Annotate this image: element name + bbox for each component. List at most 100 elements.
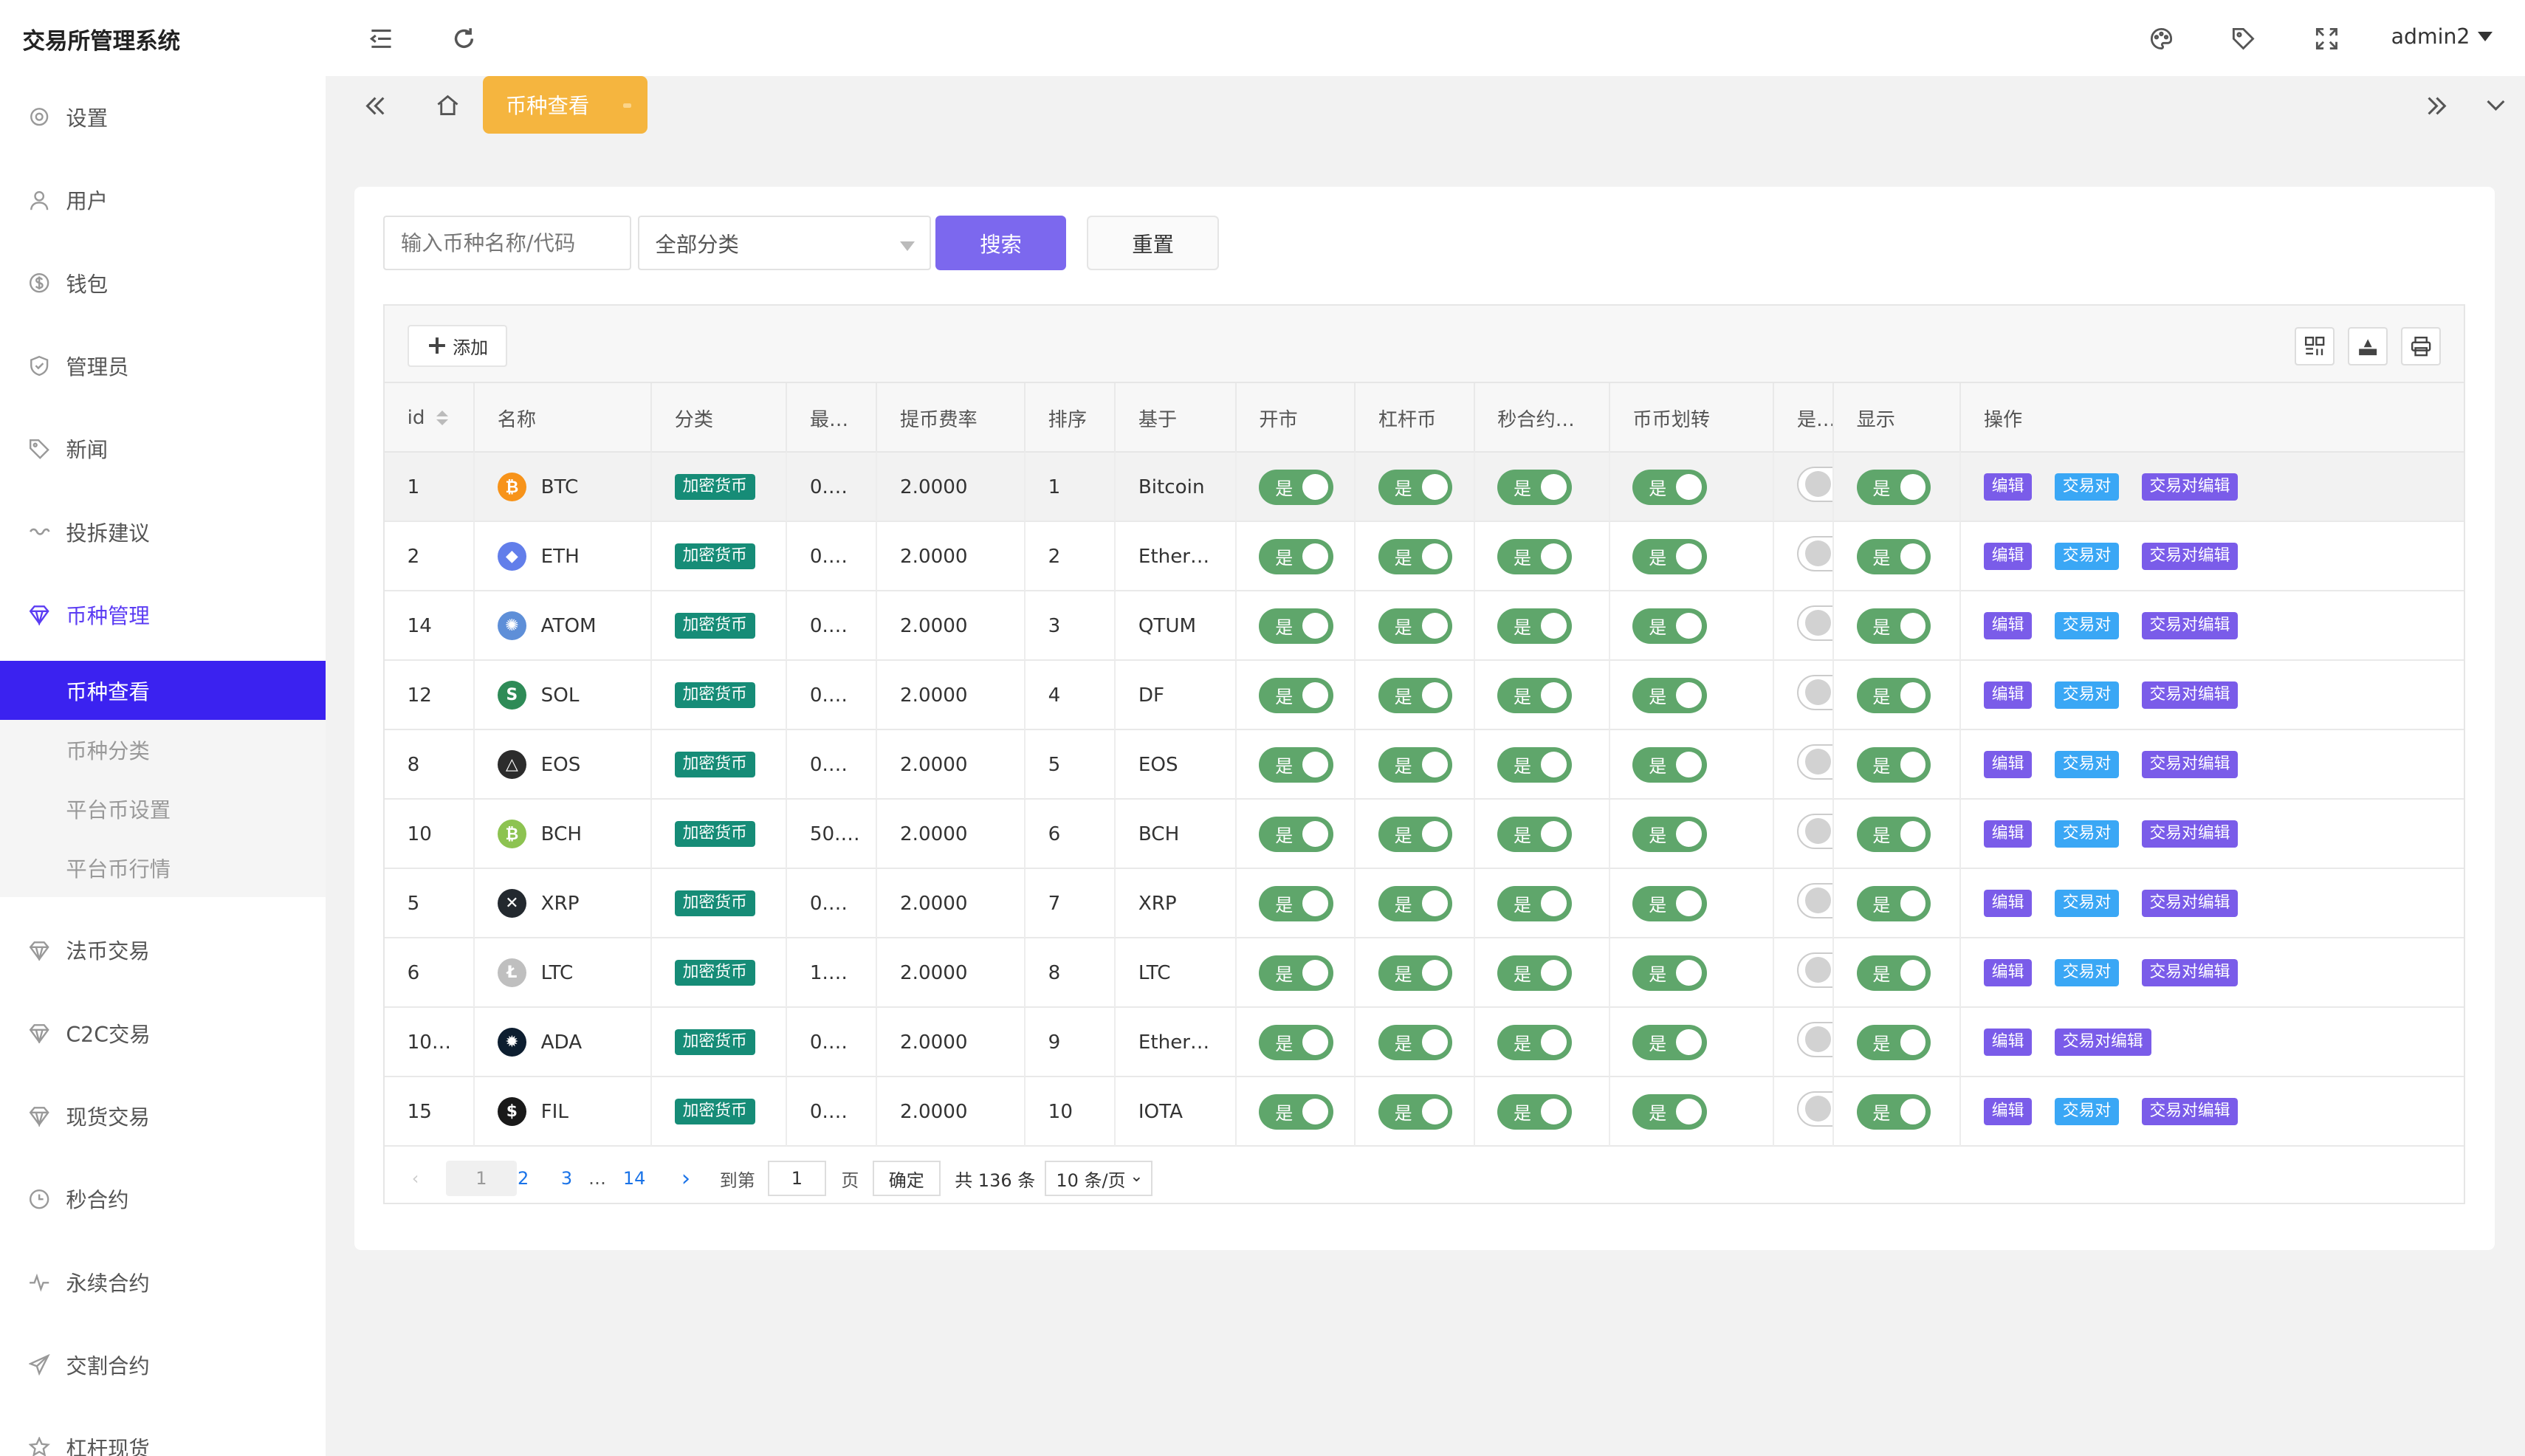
pair-button[interactable]: 交易对 <box>2054 959 2120 987</box>
home-icon[interactable] <box>432 87 464 123</box>
pair-edit-button[interactable]: 交易对编辑 <box>2141 681 2239 710</box>
sidebar-item[interactable]: 交割合约 <box>0 1323 326 1406</box>
pair-button[interactable]: 交易对 <box>2054 751 2120 779</box>
toggle-switch[interactable]: 是 <box>1378 608 1453 644</box>
table-row[interactable]: 14 ✺ ATOM 加密货币 0.… 2.0000 3 QTUM 是 是 是 是 是 编辑 交易对 交易对编辑 <box>385 591 2464 661</box>
toggle-switch[interactable] <box>1796 675 1833 711</box>
toggle-switch[interactable]: 是 <box>1856 816 1931 852</box>
toggle-switch[interactable]: 是 <box>1632 955 1707 991</box>
toggle-switch[interactable]: 是 <box>1632 885 1707 921</box>
table-row[interactable]: 8 △ EOS 加密货币 0.… 2.0000 5 EOS 是 是 是 是 是 编辑 交易对 交易对编辑 <box>385 729 2464 800</box>
toggle-switch[interactable]: 是 <box>1497 677 1572 713</box>
toggle-switch[interactable]: 是 <box>1497 955 1572 991</box>
toggle-switch[interactable]: 是 <box>1856 608 1931 644</box>
export-icon[interactable] <box>2347 326 2388 365</box>
table-row[interactable]: 12 S SOL 加密货币 0.… 2.0000 4 DF 是 是 是 是 是 编辑 交易对 交易对编辑 <box>385 660 2464 730</box>
sidebar-item[interactable]: 投拆建议 <box>0 490 326 573</box>
menu-collapse-icon[interactable] <box>365 21 398 56</box>
toggle-switch[interactable]: 是 <box>1259 469 1333 505</box>
theme-icon[interactable] <box>2145 21 2177 56</box>
page-2[interactable]: 2 <box>514 1161 533 1196</box>
edit-button[interactable]: 编辑 <box>1983 681 2033 710</box>
toggle-switch[interactable]: 是 <box>1856 955 1931 991</box>
tab-coin-view[interactable]: 币种查看 <box>483 75 647 134</box>
fullscreen-icon[interactable] <box>2311 21 2343 56</box>
toggle-switch[interactable] <box>1796 744 1833 780</box>
pair-button[interactable]: 交易对 <box>2054 820 2120 848</box>
toggle-switch[interactable] <box>1796 1091 1833 1127</box>
user-menu[interactable]: admin2 <box>2391 24 2493 49</box>
toggle-switch[interactable]: 是 <box>1378 538 1453 574</box>
sidebar-item[interactable]: 现货交易 <box>0 1074 326 1157</box>
goto-page-input[interactable]: 1 <box>768 1161 826 1197</box>
toggle-switch[interactable] <box>1796 883 1833 919</box>
pair-edit-button[interactable]: 交易对编辑 <box>2141 1098 2239 1126</box>
toggle-switch[interactable]: 是 <box>1259 816 1333 852</box>
edit-button[interactable]: 编辑 <box>1983 1098 2033 1126</box>
sidebar-item[interactable]: 永续合约 <box>0 1240 326 1323</box>
sidebar-item[interactable]: 杠杆现货 <box>0 1406 326 1456</box>
toggle-switch[interactable] <box>1796 605 1833 642</box>
toggle-switch[interactable]: 是 <box>1497 885 1572 921</box>
toggle-switch[interactable]: 是 <box>1632 538 1707 574</box>
pair-edit-button[interactable]: 交易对编辑 <box>2141 751 2239 779</box>
sidebar-item[interactable]: 法币交易 <box>0 909 326 992</box>
toggle-switch[interactable]: 是 <box>1259 538 1333 574</box>
edit-button[interactable]: 编辑 <box>1983 543 2033 571</box>
search-button[interactable]: 搜索 <box>935 216 1066 271</box>
pair-edit-button[interactable]: 交易对编辑 <box>2141 959 2239 987</box>
sidebar-item[interactable]: C2C交易 <box>0 992 326 1074</box>
toggle-switch[interactable]: 是 <box>1378 1024 1453 1060</box>
toggle-switch[interactable]: 是 <box>1632 469 1707 505</box>
submenu-item[interactable]: 平台币设置 <box>0 779 326 838</box>
edit-button[interactable]: 编辑 <box>1983 820 2033 848</box>
sidebar-item[interactable]: 设置 <box>0 76 326 159</box>
toggle-switch[interactable]: 是 <box>1378 955 1453 991</box>
toggle-switch[interactable]: 是 <box>1632 1093 1707 1130</box>
pair-button[interactable]: 交易对 <box>2054 681 2120 710</box>
toggle-switch[interactable]: 是 <box>1856 469 1931 505</box>
page-14[interactable]: 14 <box>620 1161 649 1196</box>
tab-close-icon[interactable] <box>623 103 631 109</box>
edit-button[interactable]: 编辑 <box>1983 1029 2033 1057</box>
toggle-switch[interactable]: 是 <box>1856 1024 1931 1060</box>
toggle-switch[interactable]: 是 <box>1497 816 1572 852</box>
pair-button[interactable]: 交易对 <box>2054 890 2120 918</box>
toggle-switch[interactable]: 是 <box>1259 1093 1333 1130</box>
toggle-switch[interactable]: 是 <box>1632 1024 1707 1060</box>
table-row[interactable]: 6 Ł LTC 加密货币 1.… 2.0000 8 LTC 是 是 是 是 是 编辑 交易对 交易对编辑 <box>385 938 2464 1008</box>
pair-edit-button[interactable]: 交易对编辑 <box>2141 820 2239 848</box>
tag-icon[interactable] <box>2227 21 2259 56</box>
edit-button[interactable]: 编辑 <box>1983 473 2033 501</box>
submenu-item[interactable]: 平台币行情 <box>0 838 326 897</box>
sort-icon[interactable] <box>436 411 448 425</box>
pair-button[interactable]: 交易对 <box>2054 1098 2120 1126</box>
sidebar-item[interactable]: 币种管理 <box>0 573 326 656</box>
sidebar-item[interactable]: 新闻 <box>0 408 326 490</box>
refresh-icon[interactable] <box>447 21 480 56</box>
toggle-switch[interactable]: 是 <box>1632 816 1707 852</box>
scroll-left-icon[interactable] <box>359 89 391 124</box>
next-page-icon[interactable]: › <box>675 1161 698 1196</box>
toggle-switch[interactable]: 是 <box>1856 677 1931 713</box>
sidebar-item[interactable]: 秒合约 <box>0 1158 326 1240</box>
page-3[interactable]: 3 <box>557 1161 576 1196</box>
edit-button[interactable]: 编辑 <box>1983 612 2033 640</box>
page-size-select[interactable]: 10 条/页 ⌄ <box>1045 1161 1153 1197</box>
toggle-switch[interactable]: 是 <box>1259 955 1333 991</box>
column-header[interactable]: id <box>385 382 475 453</box>
toggle-switch[interactable]: 是 <box>1497 469 1572 505</box>
edit-button[interactable]: 编辑 <box>1983 959 2033 987</box>
pair-button[interactable]: 交易对 <box>2054 473 2120 501</box>
toggle-switch[interactable] <box>1796 467 1833 503</box>
pair-edit-button[interactable]: 交易对编辑 <box>2054 1029 2151 1057</box>
toggle-switch[interactable]: 是 <box>1378 677 1453 713</box>
table-row[interactable]: 15 $ FIL 加密货币 0.… 2.0000 10 IOTA 是 是 是 是 是 编辑 交易对 交易对编辑 <box>385 1076 2464 1147</box>
toggle-switch[interactable]: 是 <box>1378 746 1453 783</box>
goto-confirm-button[interactable]: 确定 <box>872 1161 941 1197</box>
sidebar-item[interactable]: 钱包 <box>0 241 326 324</box>
toggle-switch[interactable]: 是 <box>1497 1024 1572 1060</box>
toggle-switch[interactable]: 是 <box>1856 746 1931 783</box>
toggle-switch[interactable]: 是 <box>1632 746 1707 783</box>
edit-button[interactable]: 编辑 <box>1983 751 2033 779</box>
